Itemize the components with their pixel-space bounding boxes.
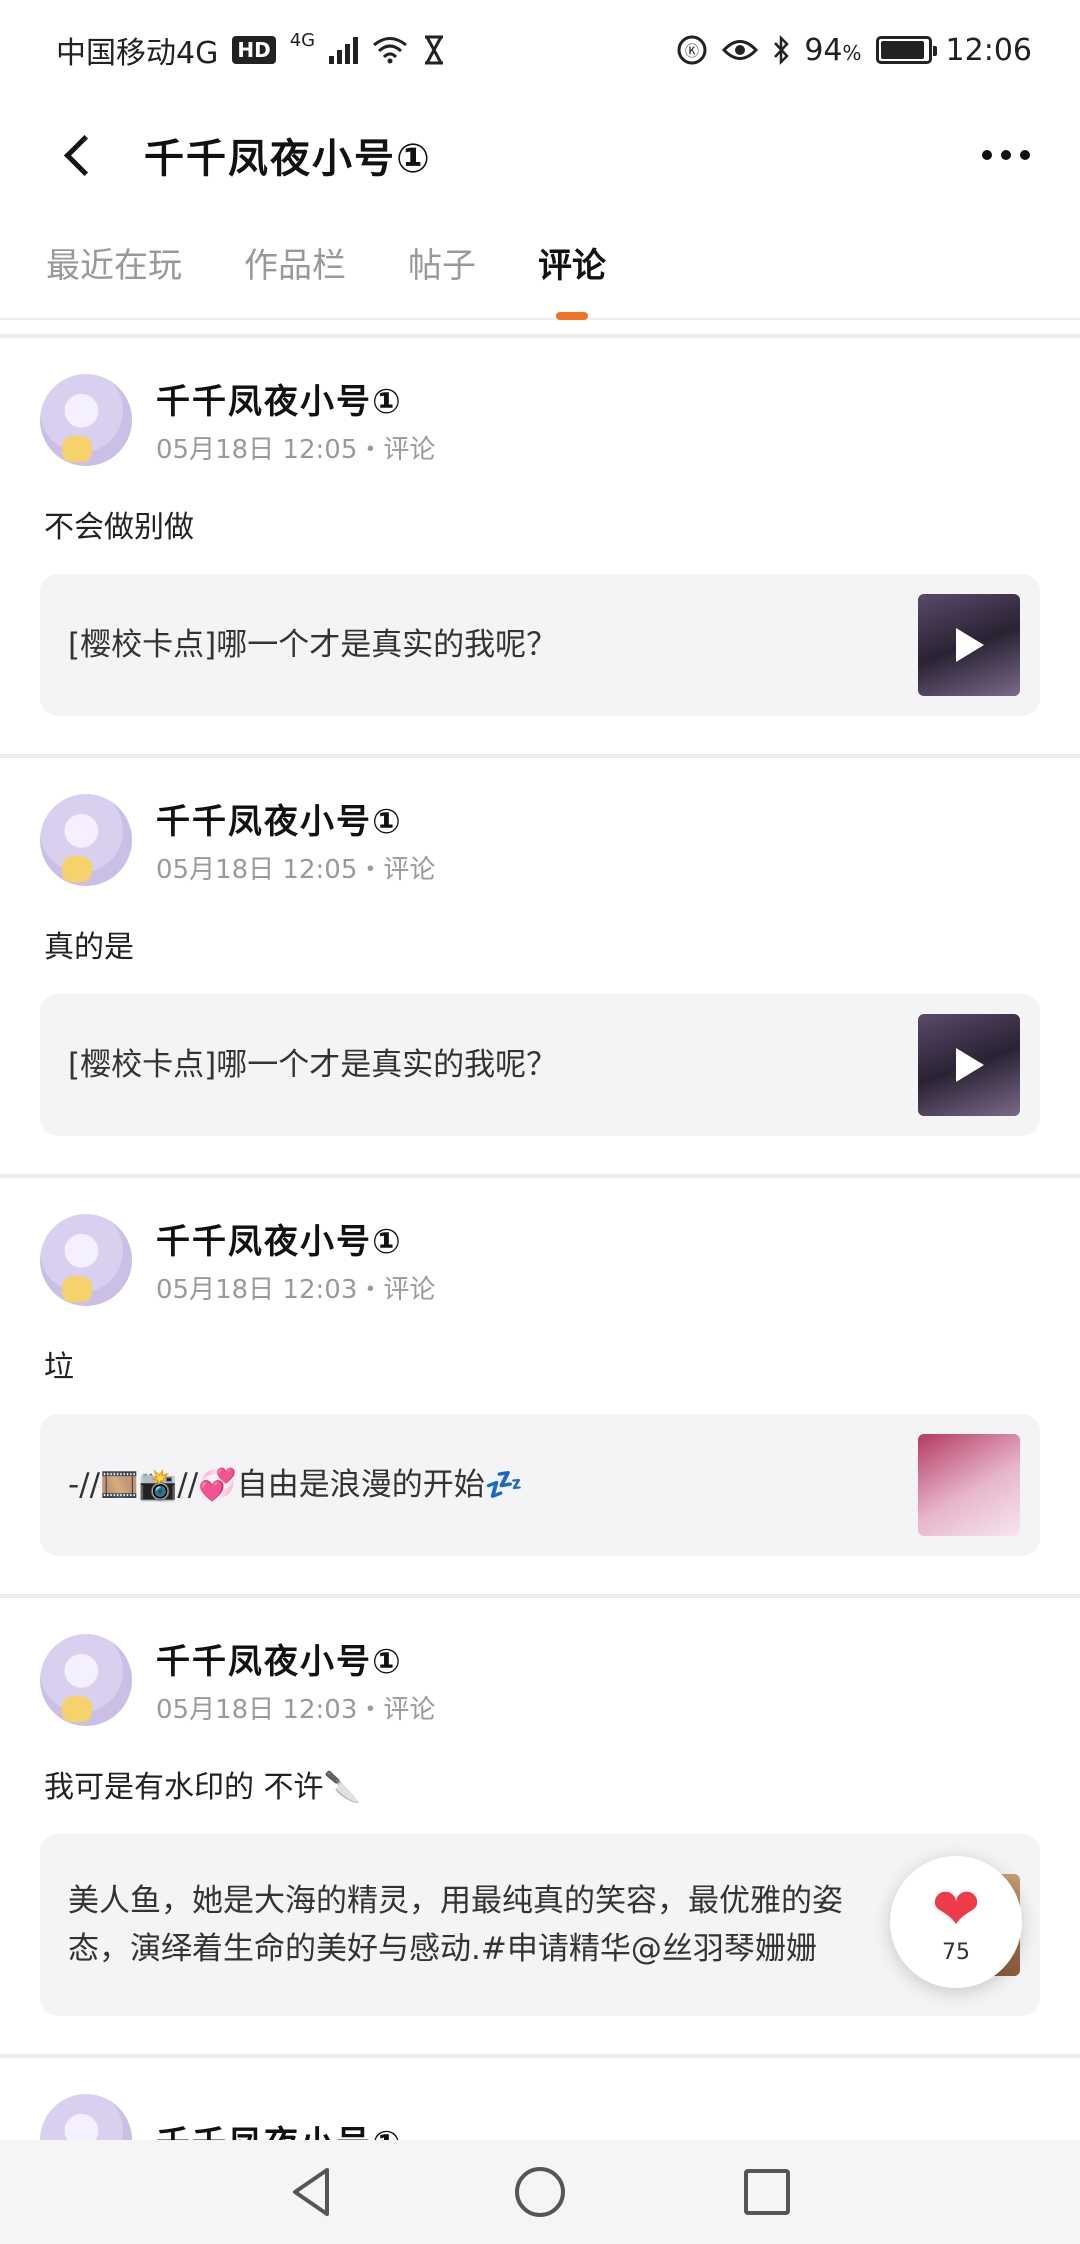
author-meta: 千千凤夜小号① 05月18日 12:05・评论 — [156, 374, 435, 466]
tab-comments[interactable]: 评论 — [538, 228, 606, 320]
battery-percent: 94% — [804, 32, 862, 68]
comment-text[interactable]: 真的是 — [44, 922, 1040, 966]
nav-home-icon[interactable] — [510, 2162, 570, 2222]
bluetooth-icon — [774, 35, 790, 65]
comment-item: 千千凤夜小号① 05月18日 12:05・评论 不会做别做 [樱校卡点]哪一个才… — [0, 334, 1080, 754]
author-name[interactable]: 千千凤夜小号① — [156, 794, 435, 843]
quoted-work-card[interactable]: [樱校卡点]哪一个才是真实的我呢？ — [40, 574, 1040, 716]
comment-text[interactable]: 不会做别做 — [44, 502, 1040, 546]
clock: 12:06 — [945, 32, 1032, 68]
nav-recents-icon[interactable] — [737, 2162, 797, 2222]
like-count: 75 — [942, 1939, 970, 1965]
tab-recently-played[interactable]: 最近在玩 — [46, 228, 182, 320]
data-saver-icon: Ⓚ — [677, 35, 707, 65]
avatar[interactable] — [40, 1214, 132, 1306]
play-icon — [956, 628, 984, 662]
system-nav-bar — [0, 2140, 1080, 2244]
author-meta: 千千凤夜小号① 05月18日 12:05・评论 — [156, 794, 435, 886]
comment-item: 千千凤夜小号① 05月18日 12:05・评论 真的是 [樱校卡点]哪一个才是真… — [0, 754, 1080, 1174]
hd-badge: HD — [232, 36, 276, 64]
author-name[interactable]: 千千凤夜小号① — [156, 1214, 435, 1263]
post-time: 05月18日 12:03・评论 — [156, 1275, 436, 1305]
profile-tabs: 最近在玩 作品栏 帖子 评论 — [0, 228, 1080, 320]
author-meta: 千千凤夜小号① 05月18日 12:03・评论 — [156, 1214, 435, 1306]
status-bar: 中国移动4G HD 4G Ⓚ 94% 12:06 — [0, 0, 1080, 100]
floating-like-button[interactable]: ❤ 75 — [890, 1856, 1022, 1988]
post-time: 05月18日 12:05・评论 — [156, 855, 436, 885]
quoted-work-title: -//🎞️📸//💞自由是浪漫的开始💤 — [68, 1467, 524, 1503]
comment-item: 千千凤夜小号① 05月18日 12:03・评论 垃 -//🎞️📸//💞自由是浪漫… — [0, 1174, 1080, 1594]
avatar[interactable] — [40, 374, 132, 466]
app-header: 千千凤夜小号① — [0, 100, 1080, 210]
quoted-work-card[interactable]: [樱校卡点]哪一个才是真实的我呢？ — [40, 994, 1040, 1136]
video-thumbnail — [918, 1014, 1020, 1116]
quoted-work-title: [樱校卡点]哪一个才是真实的我呢？ — [68, 627, 558, 663]
author-name[interactable]: 千千凤夜小号① — [156, 374, 435, 423]
signal-icon — [329, 36, 359, 64]
quoted-work-title: 美人鱼，她是大海的精灵，用最纯真的笑容，最优雅的姿态，演绎着生命的美好与感动.#… — [68, 1883, 843, 1967]
author-row: 千千凤夜小号① 05月18日 12:05・评论 — [40, 374, 1040, 466]
heart-icon: ❤ — [931, 1874, 981, 1943]
comment-item: 千千凤夜小号① 05月18日 12:03・评论 我可是有水印的 不许🔪 美人鱼，… — [0, 1594, 1080, 2054]
svg-text:Ⓚ: Ⓚ — [685, 44, 699, 60]
post-time: 05月18日 12:05・评论 — [156, 435, 436, 465]
author-row: 千千凤夜小号① 05月18日 12:03・评论 — [40, 1634, 1040, 1726]
quoted-work-title: [樱校卡点]哪一个才是真实的我呢？ — [68, 1047, 558, 1083]
avatar[interactable] — [40, 1634, 132, 1726]
tab-works[interactable]: 作品栏 — [244, 228, 346, 320]
battery-icon — [875, 36, 937, 64]
page-title: 千千凤夜小号① — [144, 136, 432, 182]
tab-posts[interactable]: 帖子 — [408, 228, 476, 320]
status-right: Ⓚ 94% 12:06 — [676, 33, 1032, 68]
avatar[interactable] — [40, 794, 132, 886]
play-icon — [956, 1048, 984, 1082]
video-thumbnail — [918, 594, 1020, 696]
battery-percent-value: 94 — [804, 32, 843, 68]
carrier-label: 中国移动4G — [56, 36, 219, 71]
eye-icon — [722, 40, 759, 60]
quoted-work-card[interactable]: -//🎞️📸//💞自由是浪漫的开始💤 — [40, 1414, 1040, 1556]
network-label: 4G — [289, 30, 316, 51]
post-time: 05月18日 12:03・评论 — [156, 1695, 436, 1725]
comment-text[interactable]: 垃 — [44, 1342, 1040, 1386]
author-name[interactable]: 千千凤夜小号① — [156, 1634, 435, 1683]
author-meta: 千千凤夜小号① 05月18日 12:03・评论 — [156, 1634, 435, 1726]
hourglass-icon — [425, 35, 444, 65]
nav-back-icon[interactable] — [283, 2162, 343, 2222]
back-arrow-icon[interactable] — [56, 133, 100, 177]
author-row: 千千凤夜小号① 05月18日 12:05・评论 — [40, 794, 1040, 886]
status-left: 中国移动4G HD 4G — [56, 28, 446, 72]
author-row: 千千凤夜小号① 05月18日 12:03・评论 — [40, 1214, 1040, 1306]
more-options-icon[interactable] — [972, 140, 1040, 170]
comment-text[interactable]: 我可是有水印的 不许🔪 — [44, 1762, 1040, 1806]
image-thumbnail — [918, 1434, 1020, 1536]
wifi-icon — [373, 37, 408, 64]
